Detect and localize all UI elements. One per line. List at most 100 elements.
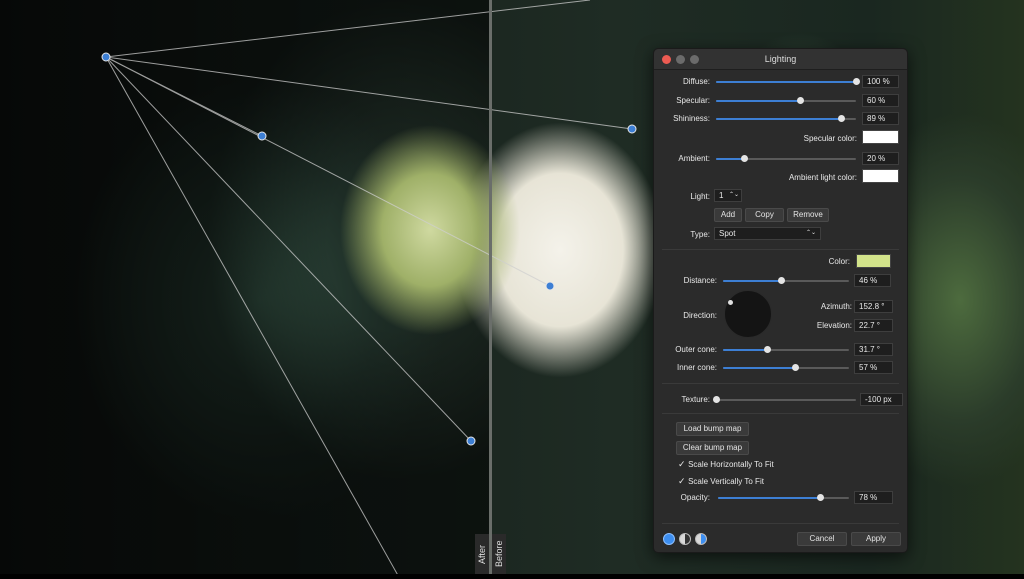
- texture-slider[interactable]: [713, 396, 856, 403]
- section-divider: [662, 413, 899, 414]
- cancel-button[interactable]: Cancel: [797, 532, 847, 546]
- slider-fill: [716, 81, 856, 83]
- texture-label: Texture:: [681, 395, 710, 404]
- before-after-divider[interactable]: [489, 0, 492, 579]
- direction-dial[interactable]: [724, 290, 772, 338]
- scale-vertically-label: Scale Vertically To Fit: [688, 477, 764, 486]
- texture-value[interactable]: -100 px: [860, 393, 903, 406]
- scale-horizontally-label: Scale Horizontally To Fit: [688, 460, 774, 469]
- scale-horizontally-checkbox[interactable]: ✓ Scale Horizontally To Fit: [678, 459, 774, 470]
- stepper-icon[interactable]: ⌃⌄: [729, 190, 739, 201]
- specular-slider[interactable]: [716, 97, 856, 104]
- direction-handle[interactable]: [728, 300, 733, 305]
- type-label: Type:: [690, 230, 710, 239]
- dialog-titlebar[interactable]: Lighting: [654, 49, 907, 70]
- outer-cone-handle-top[interactable]: [627, 124, 637, 134]
- slider-fill: [723, 280, 781, 282]
- specular-label: Specular:: [676, 96, 710, 105]
- light-color-label: Color:: [828, 257, 850, 266]
- opacity-value[interactable]: 78 %: [854, 491, 893, 504]
- side-by-side-preview-icon[interactable]: [695, 533, 707, 545]
- elevation-value[interactable]: 22.7 °: [854, 319, 893, 332]
- slider-fill: [723, 367, 795, 369]
- light-label: Light:: [690, 192, 710, 201]
- shininess-label: Shininess:: [673, 114, 710, 123]
- apply-button[interactable]: Apply: [851, 532, 901, 546]
- light-guide-inner: [105, 56, 263, 137]
- inner-cone-slider[interactable]: [723, 364, 849, 371]
- slider-knob[interactable]: [764, 346, 772, 353]
- slider-knob[interactable]: [741, 155, 748, 162]
- checkmark-icon: ✓: [678, 459, 686, 469]
- light-color-swatch[interactable]: [856, 254, 891, 268]
- type-select[interactable]: Spot ⌃⌄: [714, 227, 821, 240]
- diffuse-label: Diffuse:: [683, 77, 710, 86]
- full-preview-icon[interactable]: [663, 533, 675, 545]
- inner-cone-label: Inner cone:: [676, 363, 717, 372]
- slider-knob[interactable]: [791, 364, 799, 371]
- specular-color-swatch[interactable]: [862, 130, 899, 144]
- slider-fill: [716, 158, 744, 160]
- after-label: After: [475, 534, 489, 574]
- light-cone-edge-bottom: [105, 56, 401, 579]
- dialog-title: Lighting: [764, 54, 797, 64]
- slider-fill: [718, 497, 821, 499]
- select-arrows-icon: ⌃⌄: [805, 230, 816, 236]
- section-divider: [662, 383, 899, 384]
- outer-cone-handle-bottom[interactable]: [466, 436, 476, 446]
- bottom-edge: [0, 574, 1024, 579]
- ambient-color-swatch[interactable]: [862, 169, 899, 183]
- before-label: Before: [492, 534, 506, 574]
- shininess-slider[interactable]: [716, 115, 856, 122]
- copy-light-button[interactable]: Copy: [745, 208, 784, 222]
- slider-knob[interactable]: [713, 396, 720, 403]
- specular-color-label: Specular color:: [803, 134, 857, 143]
- remove-light-button[interactable]: Remove: [787, 208, 829, 222]
- clear-bump-map-button[interactable]: Clear bump map: [676, 441, 749, 455]
- light-guide-target: [105, 56, 633, 130]
- lighting-dialog: Lighting Diffuse: 100 % Specular: 60 % S…: [653, 48, 908, 553]
- slider-knob[interactable]: [777, 277, 785, 284]
- section-divider: [662, 249, 899, 250]
- slider-knob[interactable]: [817, 494, 825, 501]
- scale-vertically-checkbox[interactable]: ✓ Scale Vertically To Fit: [678, 476, 764, 487]
- light-stepper[interactable]: 1 ⌃⌄: [714, 189, 742, 202]
- specular-value[interactable]: 60 %: [862, 94, 899, 107]
- distance-label: Distance:: [683, 276, 717, 285]
- section-divider: [662, 523, 899, 524]
- slider-knob[interactable]: [853, 78, 860, 85]
- inner-cone-handle[interactable]: [257, 131, 267, 141]
- slider-knob[interactable]: [797, 97, 804, 104]
- split-preview-icon[interactable]: [679, 533, 691, 545]
- light-guide-outer: [105, 56, 472, 442]
- opacity-label: Opacity:: [680, 493, 710, 502]
- diffuse-slider[interactable]: [716, 78, 860, 85]
- diffuse-value[interactable]: 100 %: [862, 75, 899, 88]
- ambient-slider[interactable]: [716, 155, 856, 162]
- slider-fill: [716, 118, 841, 120]
- light-target-handle[interactable]: [545, 281, 555, 291]
- distance-slider[interactable]: [723, 277, 849, 284]
- ambient-value[interactable]: 20 %: [862, 152, 899, 165]
- light-source-handle[interactable]: [101, 52, 111, 62]
- type-value: Spot: [719, 229, 736, 238]
- shininess-value[interactable]: 89 %: [862, 112, 899, 125]
- outer-cone-value[interactable]: 31.7 °: [854, 343, 893, 356]
- add-light-button[interactable]: Add: [714, 208, 742, 222]
- light-number: 1: [719, 191, 724, 200]
- outer-cone-label: Outer cone:: [675, 345, 717, 354]
- ambient-color-label: Ambient light color:: [788, 173, 857, 182]
- load-bump-map-button[interactable]: Load bump map: [676, 422, 749, 436]
- elevation-label: Elevation:: [816, 321, 852, 330]
- slider-knob[interactable]: [837, 115, 845, 122]
- inner-cone-value[interactable]: 57 %: [854, 361, 893, 374]
- slider-fill: [716, 100, 800, 102]
- opacity-slider[interactable]: [718, 494, 849, 501]
- azimuth-value[interactable]: 152.8 °: [854, 300, 893, 313]
- ambient-label: Ambient:: [678, 154, 710, 163]
- azimuth-label: Azimuth:: [820, 302, 852, 311]
- light-guide-direction: [105, 56, 551, 287]
- slider-fill: [723, 349, 768, 351]
- outer-cone-slider[interactable]: [723, 346, 849, 353]
- distance-value[interactable]: 46 %: [854, 274, 891, 287]
